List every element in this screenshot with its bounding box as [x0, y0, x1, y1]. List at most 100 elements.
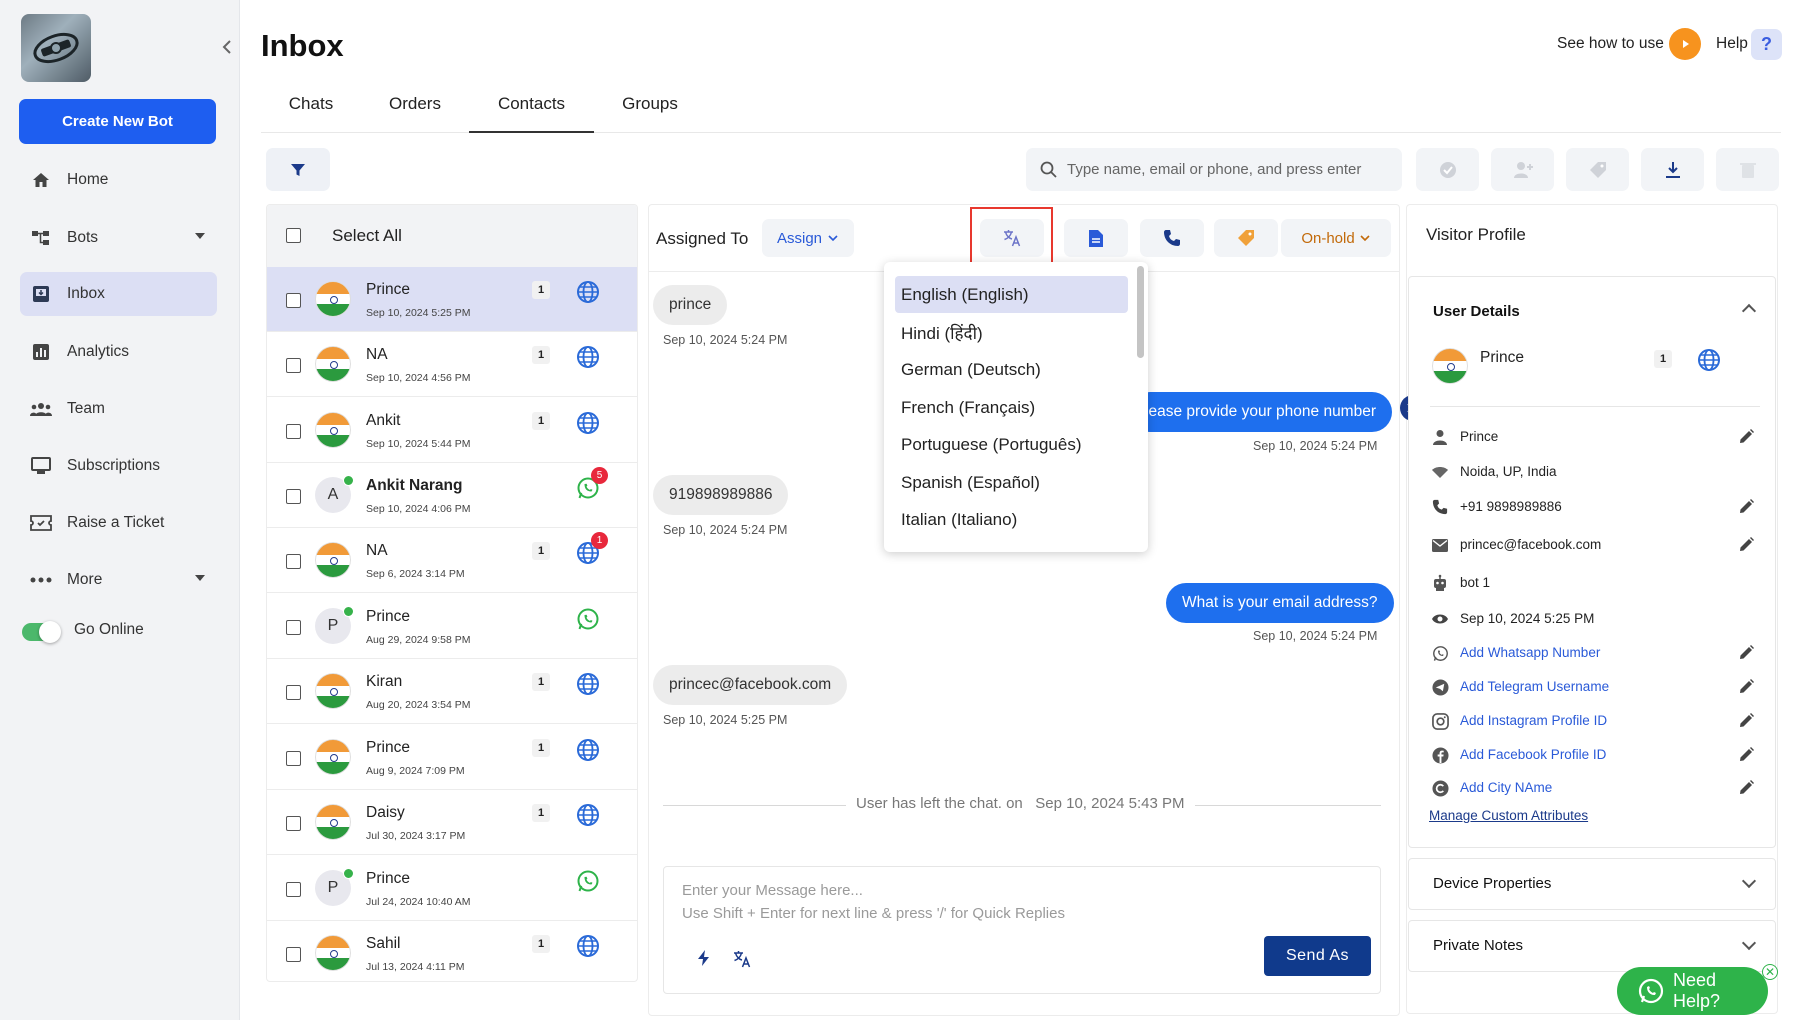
tab-chats[interactable]: Chats [276, 94, 346, 134]
conversation-count: 1 [532, 281, 550, 299]
edit-icon[interactable] [1738, 428, 1755, 445]
send-as-button[interactable]: Send As [1264, 936, 1371, 976]
language-option[interactable]: English (English) [895, 276, 1128, 313]
contact-checkbox[interactable] [286, 882, 301, 897]
contact-row[interactable]: P Prince Aug 29, 2024 9:58 PM [267, 594, 637, 659]
language-option[interactable]: Italian (Italiano) [895, 501, 1128, 538]
transcript-button[interactable] [1064, 219, 1128, 257]
add-attribute-link[interactable]: Add Whatsapp Number [1460, 645, 1600, 660]
app-logo[interactable] [21, 14, 91, 82]
mark-resolved-button[interactable] [1416, 148, 1479, 191]
add-attribute-link[interactable]: Add Telegram Username [1460, 679, 1609, 694]
label-button[interactable] [1214, 219, 1278, 257]
add-attribute-link[interactable]: Add City NAme [1460, 780, 1552, 795]
contact-date: Jul 30, 2024 3:17 PM [366, 830, 466, 842]
translate-button[interactable] [970, 207, 1053, 268]
avatar [315, 935, 351, 971]
assign-label: Assign [776, 229, 823, 247]
message-time: Sep 10, 2024 5:24 PM [1253, 629, 1378, 643]
edit-icon[interactable] [1738, 536, 1755, 553]
tab-contacts[interactable]: Contacts [484, 94, 579, 134]
add-attribute-link[interactable]: Add Instagram Profile ID [1460, 713, 1607, 728]
contact-checkbox[interactable] [286, 489, 301, 504]
call-button[interactable] [1140, 219, 1204, 257]
translate-icon[interactable] [732, 949, 752, 969]
play-icon[interactable] [1669, 28, 1701, 60]
contact-checkbox[interactable] [286, 293, 301, 308]
tab-orders[interactable]: Orders [380, 94, 450, 134]
language-option[interactable]: Spanish (Español) [895, 464, 1128, 501]
add-attribute-link[interactable]: Add Facebook Profile ID [1460, 747, 1606, 762]
collapse-sidebar-icon[interactable] [218, 36, 236, 58]
tag-button[interactable] [1566, 148, 1629, 191]
language-option[interactable]: French (Français) [895, 389, 1128, 426]
unread-badge: 1 [591, 532, 608, 549]
assign-user-button[interactable] [1491, 148, 1554, 191]
language-option[interactable]: Hindi (हिंदी) [895, 314, 1128, 351]
contact-row[interactable]: NA Sep 6, 2024 3:14 PM 1 1 [267, 528, 637, 593]
contact-checkbox[interactable] [286, 620, 301, 635]
telegram-icon [1430, 677, 1450, 697]
need-help-label: Need Help? [1672, 970, 1721, 1011]
contact-row[interactable]: Kiran Aug 20, 2024 3:54 PM 1 [267, 659, 637, 724]
help-link[interactable]: Help [1716, 35, 1748, 53]
india-flag-icon [315, 804, 351, 840]
contact-row[interactable]: Prince Aug 9, 2024 7:09 PM 1 [267, 725, 637, 790]
manage-custom-attributes-link[interactable]: Manage Custom Attributes [1429, 808, 1588, 823]
message-input[interactable] [682, 879, 1352, 929]
phone-icon [1430, 497, 1450, 517]
sidebar-item-team[interactable]: Team [20, 387, 217, 431]
edit-icon[interactable] [1738, 498, 1755, 515]
contact-row[interactable]: Sahil Jul 13, 2024 4:11 PM 1 [267, 921, 637, 981]
language-option[interactable]: German (Deutsch) [895, 351, 1128, 388]
see-how-link[interactable]: See how to use [1557, 35, 1664, 53]
select-all-checkbox[interactable] [286, 228, 301, 243]
edit-icon[interactable] [1738, 712, 1755, 729]
sidebar-item-raise-ticket[interactable]: Raise a Ticket [20, 501, 217, 545]
edit-icon[interactable] [1738, 746, 1755, 763]
sidebar-item-more[interactable]: More [20, 558, 217, 602]
edit-icon[interactable] [1738, 644, 1755, 661]
bots-icon [30, 227, 52, 249]
dropdown-scrollbar[interactable] [1137, 266, 1144, 358]
search-input[interactable] [1067, 161, 1387, 178]
need-help-button[interactable]: Need Help? [1617, 967, 1768, 1015]
create-new-bot-button[interactable]: Create New Bot [19, 99, 216, 144]
help-icon[interactable]: ? [1751, 29, 1782, 60]
contact-checkbox[interactable] [286, 358, 301, 373]
download-button[interactable] [1641, 148, 1704, 191]
chevron-down-icon [1360, 235, 1370, 242]
contact-checkbox[interactable] [286, 947, 301, 962]
tab-groups[interactable]: Groups [615, 94, 685, 134]
online-toggle[interactable] [22, 621, 61, 643]
quick-reply-icon[interactable] [697, 949, 711, 967]
edit-icon[interactable] [1738, 779, 1755, 796]
contact-row[interactable]: P Prince Jul 24, 2024 10:40 AM [267, 856, 637, 921]
contact-checkbox[interactable] [286, 424, 301, 439]
sidebar-item-inbox[interactable]: Inbox [20, 272, 217, 316]
sidebar-item-home[interactable]: Home [20, 158, 217, 202]
contact-checkbox[interactable] [286, 685, 301, 700]
edit-icon[interactable] [1738, 678, 1755, 695]
contact-row[interactable]: NA Sep 10, 2024 4:56 PM 1 [267, 332, 637, 397]
sidebar-item-bots[interactable]: Bots [20, 216, 217, 260]
assign-dropdown[interactable]: Assign [762, 219, 854, 257]
search-box[interactable] [1026, 148, 1402, 191]
contact-row[interactable]: Daisy Jul 30, 2024 3:17 PM 1 [267, 790, 637, 855]
sidebar-item-subscriptions[interactable]: Subscriptions [20, 444, 217, 488]
contact-checkbox[interactable] [286, 816, 301, 831]
contact-row[interactable]: Ankit Sep 10, 2024 5:44 PM 1 [267, 398, 637, 463]
sidebar-item-analytics[interactable]: Analytics [20, 330, 217, 374]
status-label: On-hold [1301, 229, 1355, 247]
delete-button[interactable] [1716, 148, 1779, 191]
contact-checkbox[interactable] [286, 554, 301, 569]
contact-row[interactable]: Prince Sep 10, 2024 5:25 PM 1 [267, 267, 637, 332]
filter-icon [291, 163, 305, 176]
whatsapp-icon [576, 869, 600, 893]
status-dropdown[interactable]: On-hold [1281, 219, 1391, 257]
language-option[interactable]: Portuguese (Português) [895, 426, 1128, 463]
filter-button[interactable] [266, 148, 330, 191]
contact-checkbox[interactable] [286, 751, 301, 766]
contact-row[interactable]: A Ankit Narang Sep 10, 2024 4:06 PM 5 [267, 463, 637, 528]
close-icon[interactable]: ✕ [1762, 964, 1778, 980]
